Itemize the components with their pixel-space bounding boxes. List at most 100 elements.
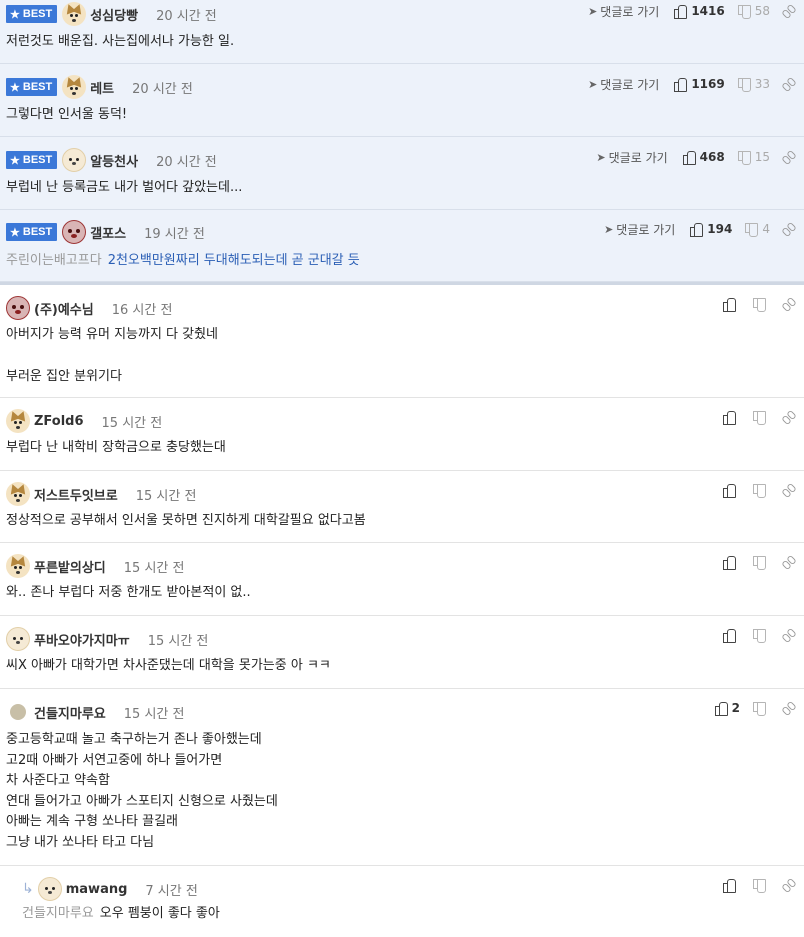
comment-body: 주린이는배고프다 2천오백만원짜리 두대해도되는데 곧 군대갈 듯 [6,253,360,268]
comment-body: 아버지가 능력 유머 지능까지 다 갖췄네 부러운 집안 분위기다 [6,327,219,384]
dislike-button[interactable] [752,701,770,716]
like-button[interactable] [722,555,740,570]
dog-icon[interactable] [62,75,87,99]
dot-icon[interactable] [10,704,26,720]
star-icon: ★ [10,154,20,167]
dislike-button[interactable]: 4 [744,222,770,237]
timestamp: 15 시간 전 [101,415,163,431]
dog-icon[interactable] [6,554,30,578]
comment-item: (주)예수님 16 시간 전 아버지가 능력 유머 지능까지 다 갖췄네 부러운… [0,285,804,398]
author-name[interactable]: 푸른밭의상디 [34,557,106,576]
dislike-button[interactable]: 15 [737,150,770,165]
comment-body: 중고등학교때 놀고 축구하는거 존나 좋아했는데 고2때 아빠가 서연고중에 하… [6,732,278,850]
author-name[interactable]: mawang [66,882,128,897]
dislike-button[interactable]: 33 [737,77,770,92]
go-to-reply-link[interactable]: ➤ 댓글로 가기 [588,3,659,20]
timestamp: 7 시간 전 [145,883,198,899]
comment-item: ★ BEST 성심당빵 20 시간 전 ➤ 댓글로 가기 1416 58 저런것도 … [0,0,804,64]
author-name[interactable]: 갤포스 [90,223,126,242]
timestamp: 15 시간 전 [123,560,185,576]
best-badge: ★ BEST [6,78,58,96]
dislike-button[interactable] [752,483,770,498]
thumbs-down-icon [737,150,751,165]
like-button[interactable] [722,410,740,425]
mention-tag[interactable]: 주린이는배고프다 [6,253,102,268]
like-button[interactable]: 1416 [673,4,725,19]
mention-tag[interactable]: 건들지마루요 [22,906,94,921]
dislike-button[interactable] [752,555,770,570]
link-icon[interactable] [782,77,796,91]
like-button[interactable]: 1169 [673,77,725,92]
puppy-icon[interactable] [6,627,30,651]
arrow-icon: ➤ [588,77,598,91]
timestamp: 20 시간 전 [156,8,217,24]
link-icon[interactable] [782,483,796,497]
dislike-button[interactable]: 58 [737,4,770,19]
link-icon[interactable] [782,4,796,18]
link-icon[interactable] [782,150,796,164]
author-name[interactable]: 알등천사 [90,151,138,170]
like-button[interactable] [722,628,740,643]
dog-icon[interactable] [6,482,30,506]
go-to-reply-link[interactable]: ➤ 댓글로 가기 [596,149,667,166]
link-icon[interactable] [782,222,796,236]
comment-item: ZFold6 15 시간 전 부럽다 난 내학비 장학금으로 충당했는대 [0,398,804,471]
like-button[interactable] [722,878,740,893]
like-button[interactable] [722,483,740,498]
like-button[interactable]: 2 [714,701,740,716]
comment-body: 씨X 아빠가 대학가면 차사준댔는데 대학을 못가는중 아 ㅋㅋ [6,658,331,673]
link-icon[interactable] [782,555,796,569]
thumbs-down-icon [752,701,766,716]
thumbs-up-icon [682,150,696,165]
author-name[interactable]: 저스트두잇브로 [34,485,118,504]
thumbs-up-icon [714,701,728,716]
thumbs-down-icon [737,77,751,92]
red-face-icon[interactable] [62,220,87,244]
puppy-icon[interactable] [37,877,62,901]
go-to-reply-link[interactable]: ➤ 댓글로 가기 [604,221,675,238]
arrow-icon: ➤ [588,4,598,18]
dislike-button[interactable] [752,878,770,893]
thumbs-down-icon [744,222,759,237]
timestamp: 15 시간 전 [147,633,209,649]
dislike-button[interactable] [752,410,770,425]
thumbs-down-icon [752,483,766,498]
link-icon[interactable] [782,701,796,715]
like-button[interactable]: 468 [682,150,725,165]
like-button[interactable] [722,297,740,312]
dog-icon[interactable] [6,409,30,433]
comment-body: 저런것도 배운집. 사는집에서나 가능한 일. [6,34,235,49]
puppy-icon[interactable] [62,148,87,172]
thumbs-down-icon [752,628,766,643]
link-icon[interactable] [782,628,796,642]
comment-body: 그렇다면 인서울 동덕! [6,107,128,122]
thumbs-up-icon [673,77,688,92]
author-name[interactable]: 레트 [90,78,114,97]
author-name[interactable]: (주)예수님 [34,299,94,318]
link-icon[interactable] [782,297,796,311]
comment-item: ★ BEST 알등천사 20 시간 전 ➤ 댓글로 가기 468 15 부럽네 난 … [0,137,804,210]
comment-item: 푸른밭의상디 15 시간 전 와.. 존나 부럽다 저중 한개도 받아본적이 없… [0,543,804,616]
author-name[interactable]: ZFold6 [34,414,84,429]
comment-item: 저스트두잇브로 15 시간 전 정상적으로 공부해서 인서울 못하면 진지하게 … [0,471,804,543]
thumbs-down-icon [752,555,766,570]
red-face-icon[interactable] [6,296,30,320]
reply-item: ↳ mawang 7 시간 전 건들지마루요 오우 펨붕이 좋다 좋아 [0,866,804,936]
author-name[interactable]: 푸바오야가지마ㅠ [34,630,130,649]
author-name[interactable]: 성심당빵 [90,5,138,24]
dislike-button[interactable] [752,628,770,643]
timestamp: 19 시간 전 [144,226,205,242]
link-icon[interactable] [782,878,796,892]
timestamp: 20 시간 전 [132,81,193,97]
link-icon[interactable] [782,410,796,424]
thumbs-up-icon [722,878,736,893]
timestamp: 15 시간 전 [123,706,185,722]
go-to-reply-link[interactable]: ➤ 댓글로 가기 [588,76,659,93]
like-button[interactable]: 194 [689,222,732,237]
author-name[interactable]: 건들지마루요 [34,703,106,722]
dog-icon[interactable] [62,2,87,26]
comment-item: ★ BEST 갤포스 19 시간 전 ➤ 댓글로 가기 194 4 주린이는배고프다… [0,210,804,282]
comment-body: 부럽다 난 내학비 장학금으로 충당했는대 [6,440,226,455]
thumbs-down-icon [737,4,751,19]
dislike-button[interactable] [752,297,770,312]
